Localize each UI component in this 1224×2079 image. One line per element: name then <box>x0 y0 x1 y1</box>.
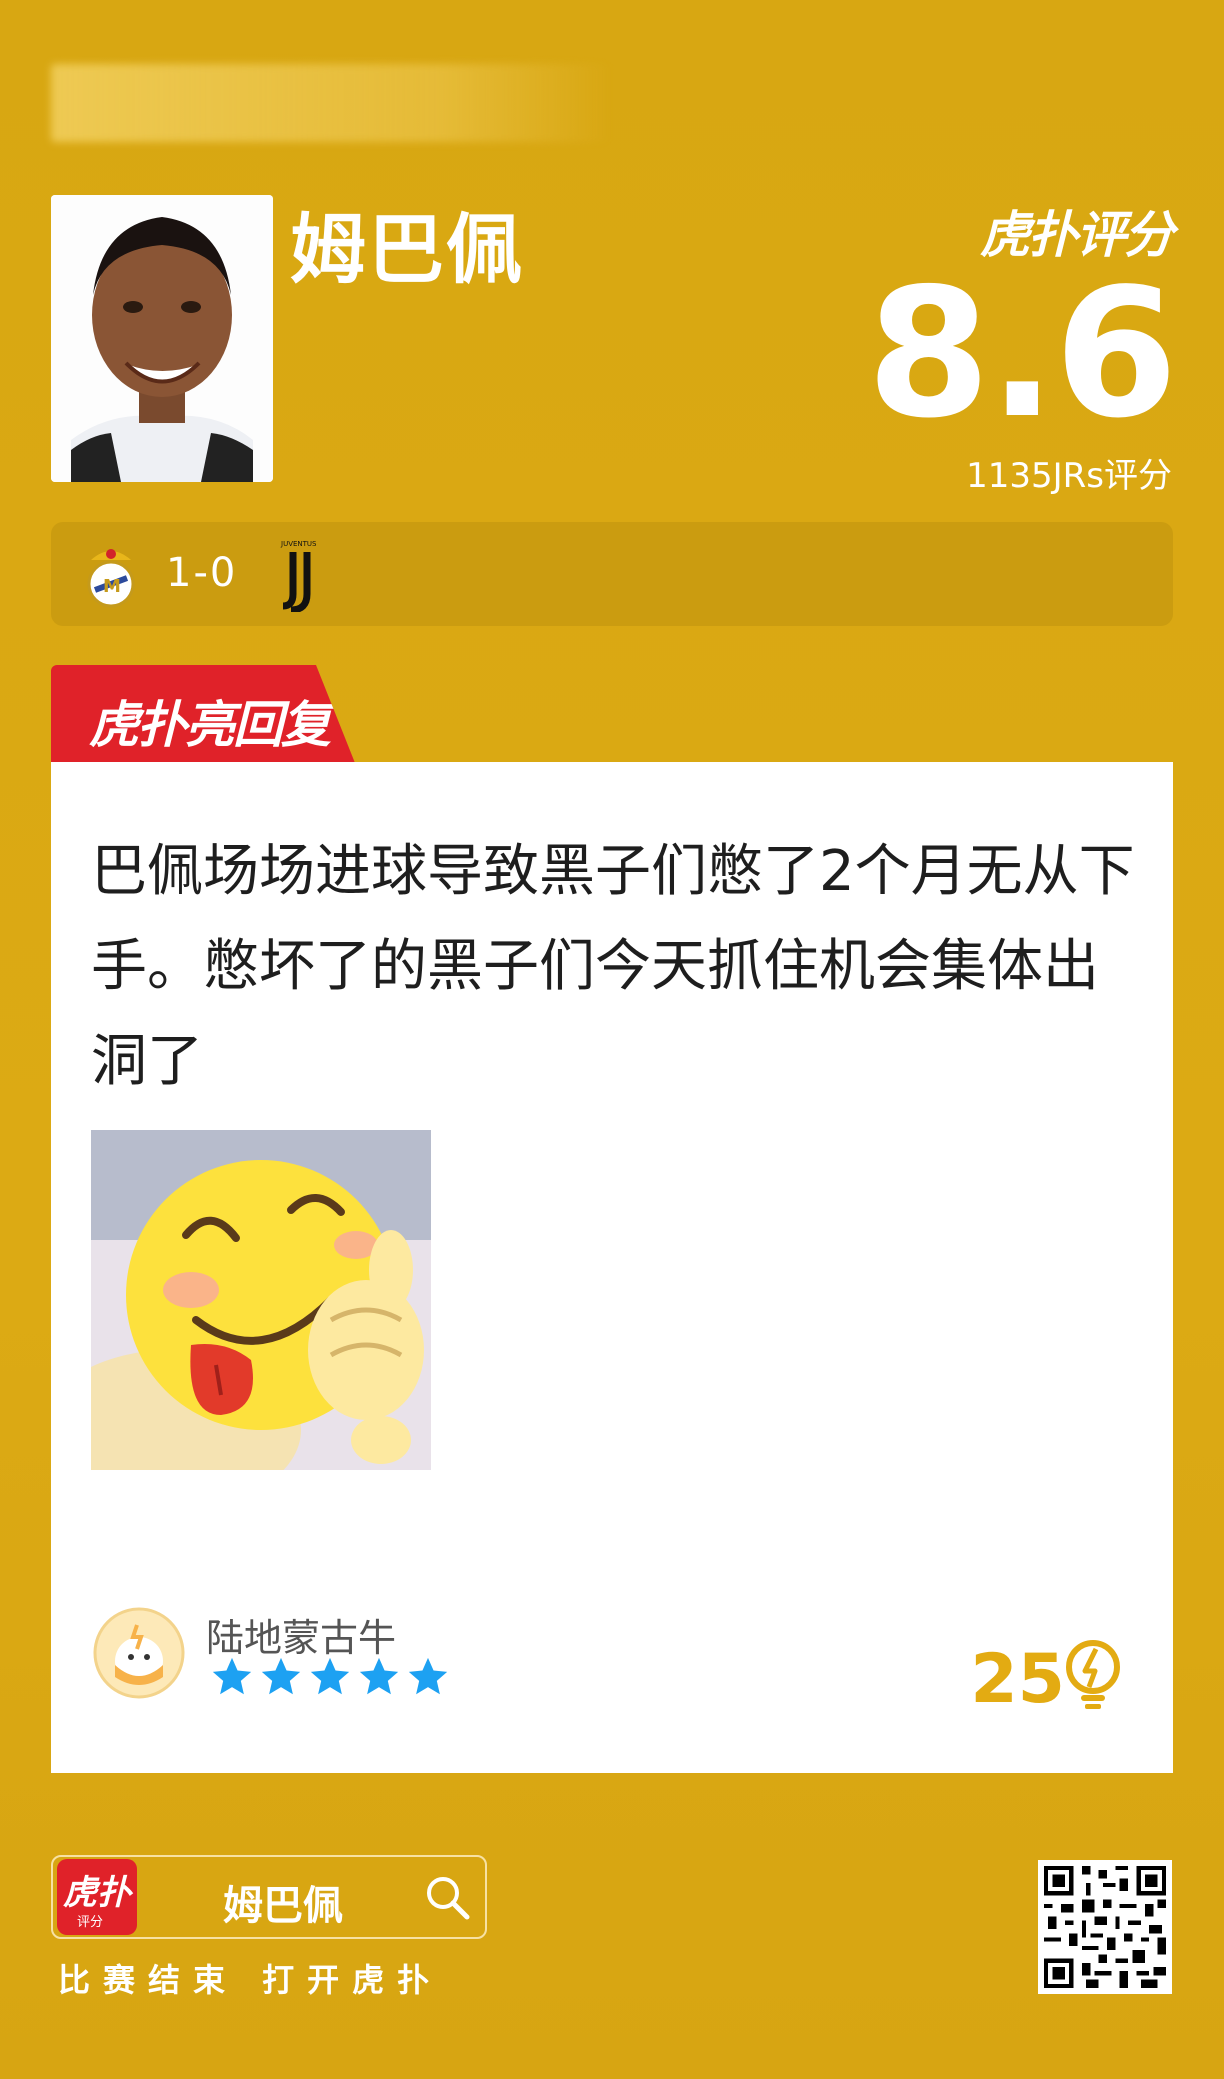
tongue-out-thumbs-up-emoji <box>91 1130 431 1470</box>
match-result-bar[interactable]: M 1-0 JUVENTUS <box>51 522 1173 626</box>
search-icon[interactable] <box>423 1873 471 1921</box>
qr-code[interactable] <box>1038 1860 1172 1994</box>
star-icon <box>261 1657 301 1695</box>
blurred-header-bar <box>51 64 611 142</box>
hot-reply-tab: 虎扑亮回复 <box>51 665 355 763</box>
star-icon <box>359 1657 399 1695</box>
svg-text:M: M <box>103 576 121 597</box>
comment-image[interactable] <box>91 1130 431 1470</box>
star-icon <box>408 1657 448 1695</box>
app-icon-subtext: 评分 <box>77 1915 104 1930</box>
user-star-rating <box>209 1654 451 1700</box>
match-score: 1-0 <box>166 550 238 596</box>
lightbulb-like-icon[interactable] <box>1063 1639 1123 1711</box>
user-avatar-icon[interactable] <box>93 1607 185 1699</box>
player-name: 姆巴佩 <box>290 205 524 294</box>
search-query: 姆巴佩 <box>223 1883 343 1929</box>
comment-text: 巴佩场场进球导致黑子们憋了2个月无从下手。憋坏了的黑子们今天抓住机会集体出洞了 <box>91 839 1135 1094</box>
qr-code-icon <box>1044 1866 1166 1988</box>
app-icon-text: 虎扑 <box>63 1873 131 1913</box>
hupu-app-icon: 虎扑 评分 <box>57 1859 137 1935</box>
comment-card: 巴佩场场进球导致黑子们憋了2个月无从下手。憋坏了的黑子们今天抓住机会集体出洞了 <box>51 762 1173 1773</box>
footer-caption: 比赛结束 打开虎扑 <box>58 1961 443 1999</box>
svg-text:JUVENTUS: JUVENTUS <box>280 540 317 548</box>
real-madrid-crest-icon: M <box>87 549 135 608</box>
star-icon <box>310 1657 350 1695</box>
rating-count: 1135JRs评分 <box>966 456 1172 496</box>
juventus-logo-icon: JUVENTUS <box>280 540 317 612</box>
rating-score: 8.6 <box>866 250 1178 457</box>
player-photo <box>51 195 273 482</box>
star-icon <box>212 1657 252 1695</box>
like-count: 25 <box>970 1640 1065 1719</box>
search-bar[interactable]: 虎扑 评分 姆巴佩 <box>51 1855 487 1939</box>
player-photo-icon <box>51 195 273 482</box>
share-card-page: 姆巴佩 虎扑评分 8.6 1135JRs评分 M 1-0 JUVENTUS 虎扑… <box>0 0 1224 2079</box>
hot-reply-label: 虎扑亮回复 <box>89 696 331 754</box>
